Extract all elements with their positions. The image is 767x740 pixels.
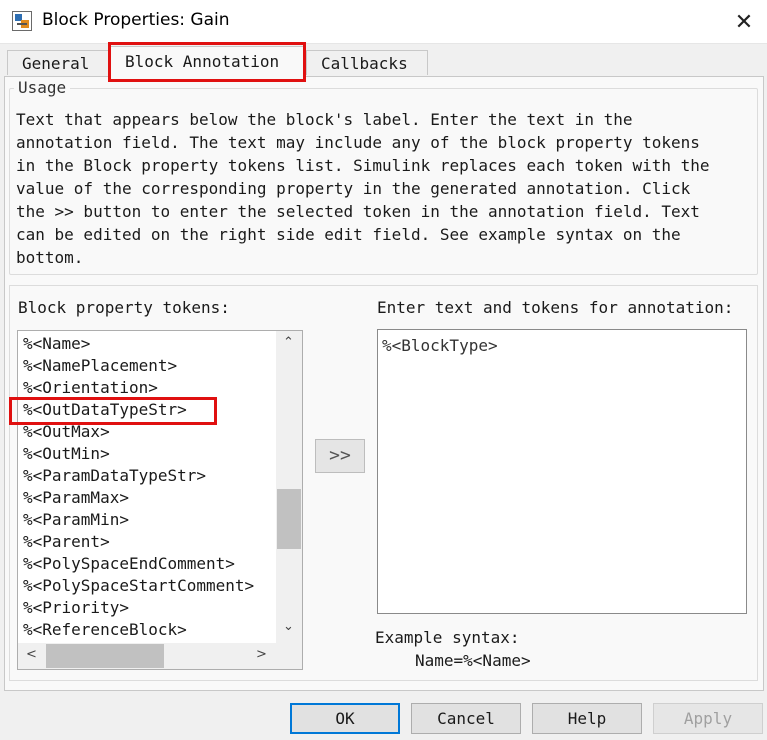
annotation-label: Enter text and tokens for annotation:: [377, 298, 734, 317]
apply-button[interactable]: Apply: [653, 703, 763, 734]
tab-general[interactable]: General: [7, 50, 109, 75]
tokens-list: %<Name> %<NamePlacement> %<Orientation> …: [23, 333, 254, 641]
list-item[interactable]: %<ReferenceBlock>: [23, 619, 254, 641]
scroll-corner: [276, 643, 302, 669]
insert-token-button[interactable]: >>: [315, 439, 365, 473]
list-item[interactable]: %<ParamMin>: [23, 509, 254, 531]
list-item[interactable]: %<OutMax>: [23, 421, 254, 443]
list-item[interactable]: %<ParamDataTypeStr>: [23, 465, 254, 487]
tokens-label: Block property tokens:: [18, 298, 230, 317]
tokens-listbox[interactable]: %<Name> %<NamePlacement> %<Orientation> …: [17, 330, 303, 670]
ok-button[interactable]: OK: [290, 703, 400, 734]
list-item[interactable]: %<Priority>: [23, 597, 254, 619]
example-value: Name=%<Name>: [415, 651, 531, 670]
scroll-left-icon[interactable]: <: [26, 647, 37, 662]
horizontal-scrollbar[interactable]: < >: [18, 643, 276, 669]
simulink-block-icon: [12, 11, 32, 31]
title-bar: Block Properties: Gain ✕: [0, 0, 767, 44]
tab-block-annotation[interactable]: Block Annotation: [110, 46, 304, 77]
horizontal-scroll-thumb[interactable]: [46, 644, 164, 668]
scroll-up-icon[interactable]: ⌃: [283, 335, 294, 350]
list-item[interactable]: %<Parent>: [23, 531, 254, 553]
example-label: Example syntax:: [375, 628, 520, 647]
list-item[interactable]: %<OutMin>: [23, 443, 254, 465]
list-item[interactable]: %<Orientation>: [23, 377, 254, 399]
list-item[interactable]: %<Name>: [23, 333, 254, 355]
usage-legend: Usage: [14, 78, 71, 98]
vertical-scrollbar[interactable]: ⌃ ⌄: [276, 331, 302, 643]
vertical-scroll-thumb[interactable]: [277, 489, 301, 549]
usage-description: Text that appears below the block's labe…: [16, 110, 710, 267]
list-item[interactable]: %<PolySpaceStartComment>: [23, 575, 254, 597]
tab-callbacks[interactable]: Callbacks: [306, 50, 428, 75]
window-title: Block Properties: Gain: [42, 10, 230, 30]
list-item[interactable]: %<NamePlacement>: [23, 355, 254, 377]
annotation-input[interactable]: [377, 329, 747, 614]
close-icon[interactable]: ✕: [721, 0, 767, 44]
list-item-selected[interactable]: %<OutDataTypeStr>: [23, 399, 254, 421]
scroll-down-icon[interactable]: ⌄: [283, 619, 294, 634]
cancel-button[interactable]: Cancel: [411, 703, 521, 734]
list-item[interactable]: %<ParamMax>: [23, 487, 254, 509]
list-item[interactable]: %<PolySpaceEndComment>: [23, 553, 254, 575]
scroll-right-icon[interactable]: >: [256, 647, 267, 662]
help-button[interactable]: Help: [532, 703, 642, 734]
